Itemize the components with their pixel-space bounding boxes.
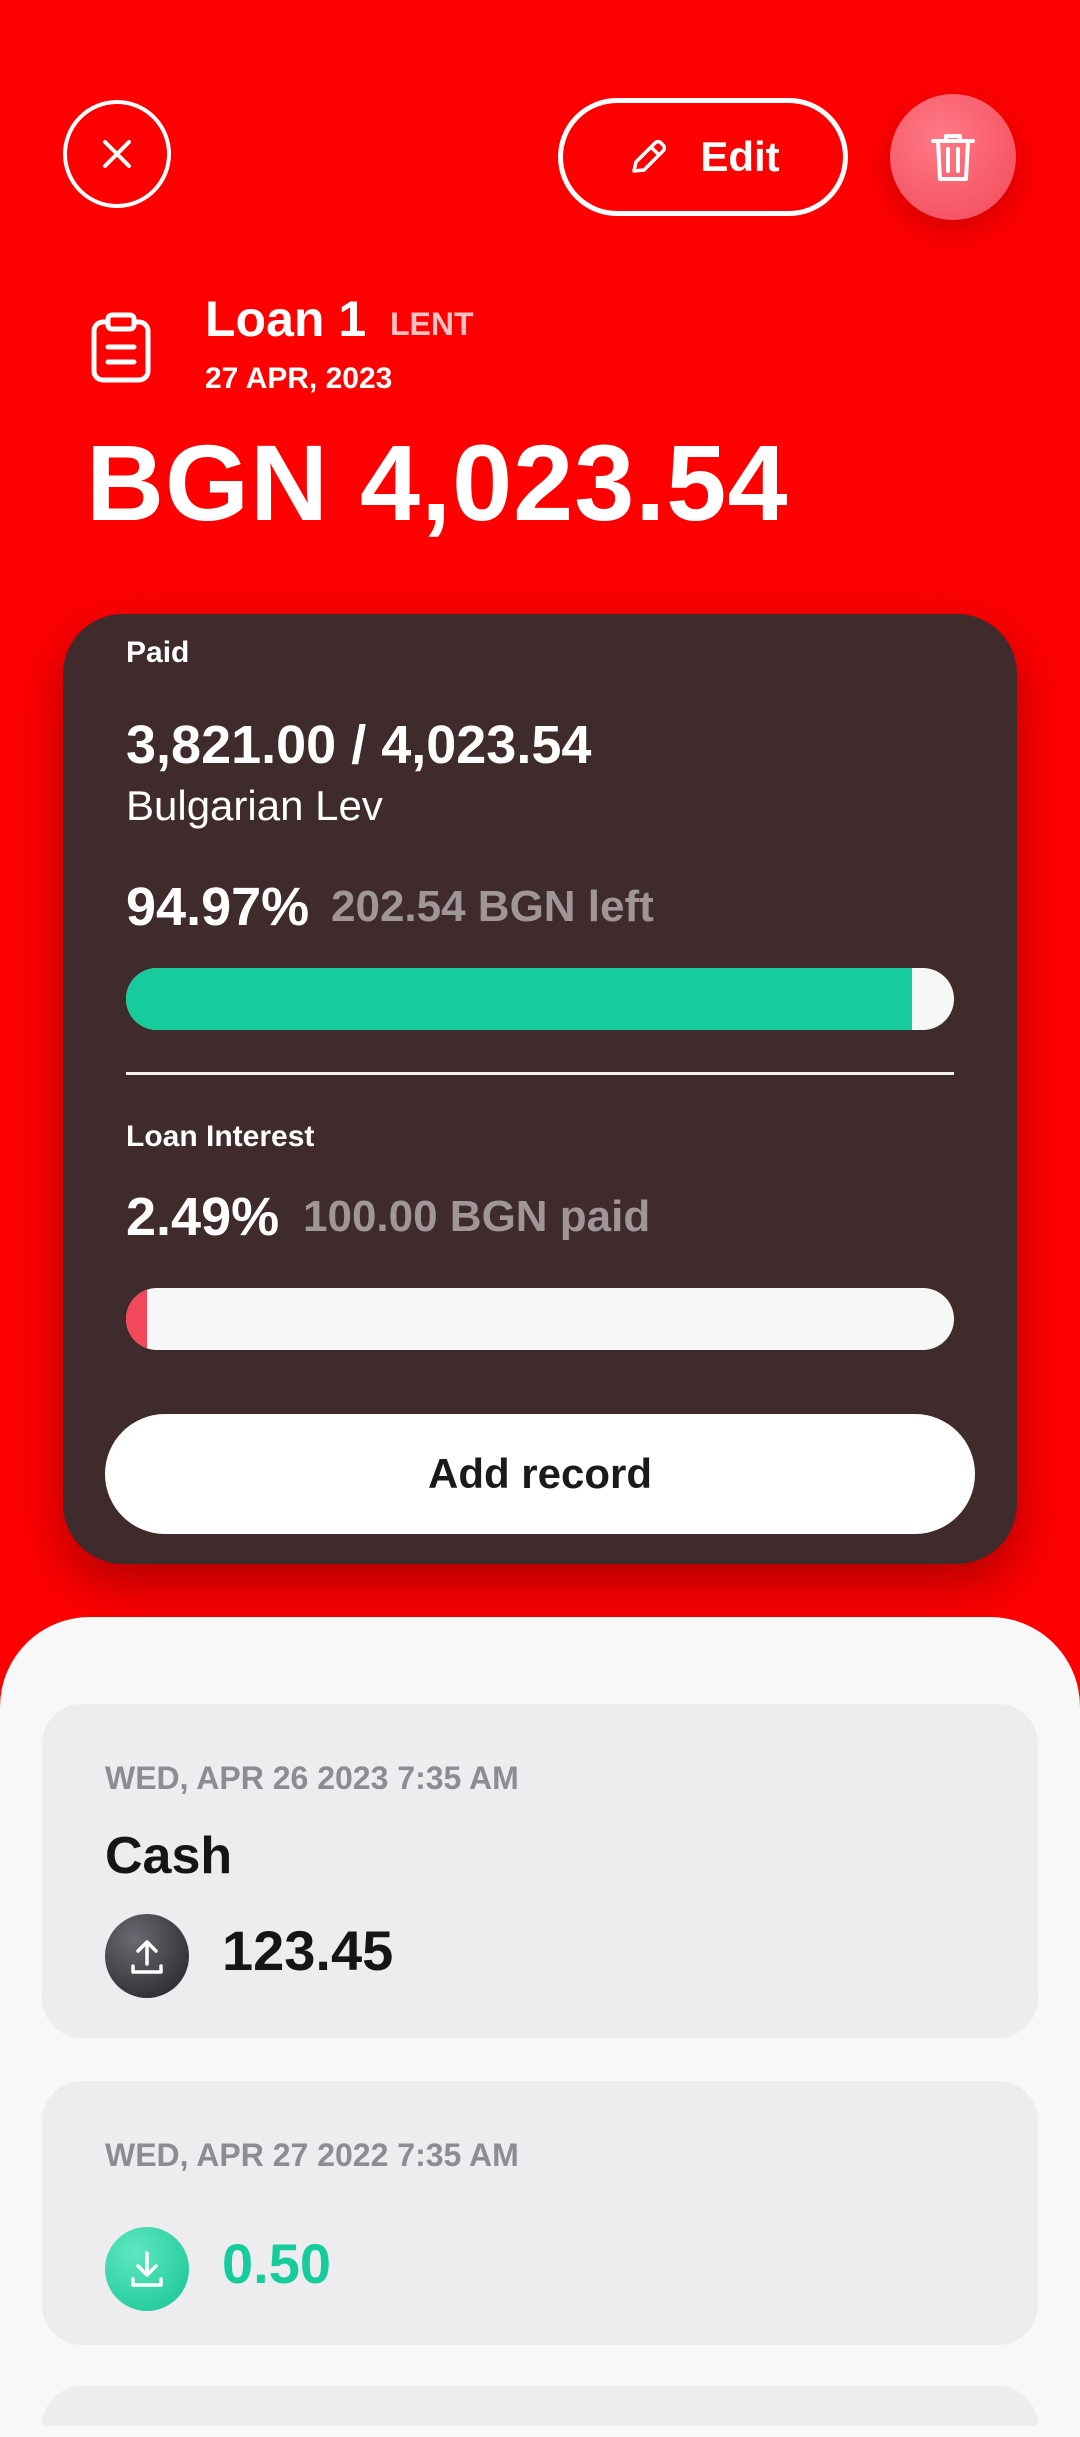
divider bbox=[126, 1072, 954, 1075]
amount-left: 202.54 BGN left bbox=[331, 882, 654, 931]
interest-progress-bar bbox=[126, 1288, 954, 1350]
interest-label: Loan Interest bbox=[126, 1120, 315, 1153]
pencil-icon bbox=[632, 139, 667, 173]
record-date: WED, APR 26 2023 7:35 AM bbox=[105, 1760, 519, 1796]
edit-button[interactable]: Edit bbox=[558, 98, 848, 216]
close-icon bbox=[103, 140, 131, 168]
paid-ratio: 3,821.00 / 4,023.54 bbox=[126, 715, 592, 775]
close-button[interactable] bbox=[63, 100, 171, 208]
loan-amount: BGN 4,023.54 bbox=[86, 422, 789, 543]
record-amount: 0.50 bbox=[222, 2232, 331, 2295]
paid-progress-fill bbox=[126, 968, 913, 1030]
loan-date: 27 APR, 2023 bbox=[205, 362, 393, 395]
record-title: Cash bbox=[105, 1827, 233, 1885]
loan-type-badge: LENT bbox=[390, 306, 474, 342]
loan-summary-card: Paid 3,821.00 / 4,023.54 Bulgarian Lev 9… bbox=[63, 614, 1017, 1564]
paid-percent: 94.97% bbox=[126, 877, 310, 937]
add-record-button[interactable]: Add record bbox=[105, 1414, 975, 1534]
delete-button[interactable] bbox=[890, 94, 1016, 220]
record-date: WED, APR 27 2022 7:35 AM bbox=[105, 2137, 519, 2173]
paid-label: Paid bbox=[126, 636, 190, 669]
record-amount: 123.45 bbox=[222, 1919, 394, 1982]
currency-name: Bulgarian Lev bbox=[126, 782, 383, 829]
upload-icon bbox=[105, 1914, 189, 1998]
paid-progress-bar bbox=[126, 968, 954, 1030]
interest-percent: 2.49% bbox=[126, 1187, 280, 1247]
clipboard-icon bbox=[91, 312, 151, 383]
record-card[interactable] bbox=[42, 2386, 1038, 2426]
loan-title: Loan 1 bbox=[205, 291, 367, 347]
edit-label: Edit bbox=[700, 133, 780, 180]
record-card[interactable]: WED, APR 27 2022 7:35 AM 0.50 bbox=[42, 2081, 1038, 2345]
download-icon bbox=[105, 2227, 189, 2311]
record-card[interactable]: WED, APR 26 2023 7:35 AM Cash 123.45 bbox=[42, 1704, 1038, 2038]
interest-paid: 100.00 BGN paid bbox=[303, 1192, 651, 1241]
interest-progress-fill bbox=[126, 1288, 147, 1350]
trash-icon bbox=[931, 134, 975, 181]
